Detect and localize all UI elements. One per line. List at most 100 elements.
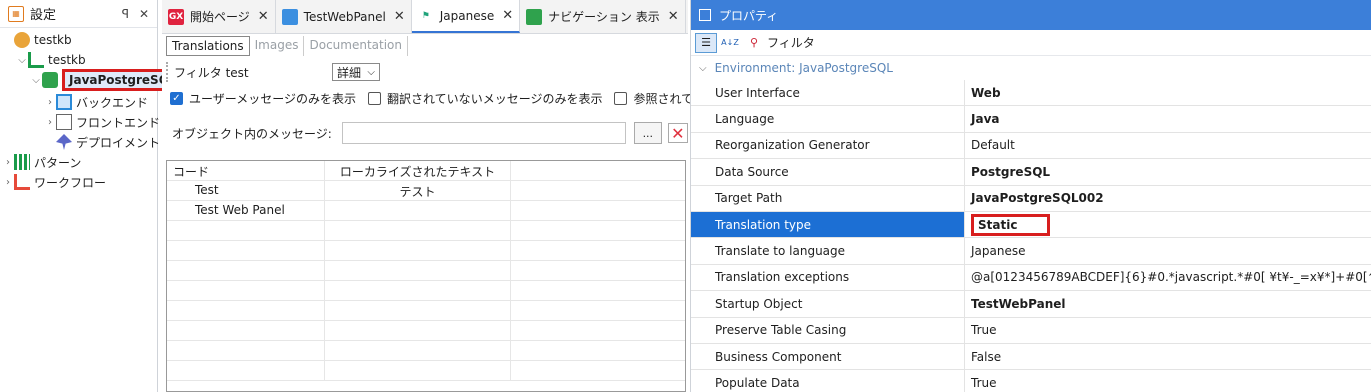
code-cell[interactable] xyxy=(167,361,325,380)
grid-header-localized[interactable]: ローカライズされたテキスト xyxy=(325,161,511,180)
table-row[interactable] xyxy=(167,261,685,281)
tree-node-5[interactable]: デプロイメント xyxy=(44,132,160,152)
expand-arrow-icon[interactable]: › xyxy=(2,177,14,188)
extra-cell[interactable] xyxy=(511,361,685,380)
code-cell[interactable]: Test Web Panel xyxy=(167,201,325,220)
property-row[interactable]: Translation exceptions @a[0123456789ABCDE… xyxy=(691,264,1371,292)
localized-text-cell[interactable] xyxy=(325,241,511,260)
filter-icon[interactable]: ⚲ xyxy=(743,33,765,53)
localized-text-cell[interactable] xyxy=(325,221,511,240)
code-cell[interactable] xyxy=(167,321,325,340)
sub-tab-0[interactable]: Translations xyxy=(166,36,250,56)
table-row[interactable] xyxy=(167,341,685,361)
code-cell[interactable] xyxy=(167,341,325,360)
property-value[interactable]: Japanese xyxy=(965,238,1371,263)
properties-section-header[interactable]: ⌵ Environment: JavaPostgreSQL xyxy=(691,56,1371,80)
tree-node-1[interactable]: ⌵ testkb xyxy=(16,50,86,70)
property-value[interactable]: True xyxy=(965,370,1371,392)
document-tab-0[interactable]: GX 開始ページ ✕ xyxy=(162,0,276,33)
property-value[interactable]: Java xyxy=(965,106,1371,131)
localized-text-cell[interactable] xyxy=(325,281,511,300)
tree-node-2[interactable]: ⌵ JavaPostgreSQL xyxy=(30,69,184,91)
property-value[interactable]: Static xyxy=(965,212,1371,237)
checkbox[interactable]: ✓ xyxy=(170,92,183,105)
property-value[interactable]: JavaPostgreSQL002 xyxy=(965,186,1371,211)
extra-cell[interactable] xyxy=(511,321,685,340)
property-value[interactable]: Web xyxy=(965,80,1371,105)
expand-arrow-icon[interactable]: ⌵ xyxy=(16,55,28,66)
property-value[interactable]: True xyxy=(965,318,1371,343)
expand-arrow-icon[interactable]: › xyxy=(44,117,56,128)
filter-label[interactable]: フィルタ xyxy=(767,34,815,51)
property-row[interactable]: User Interface Web xyxy=(691,80,1371,107)
grid-header-code[interactable]: コード xyxy=(167,161,325,180)
pin-icon[interactable]: ꟼ xyxy=(122,7,129,21)
checkbox-option-1[interactable]: 翻訳されていないメッセージのみを表示 xyxy=(368,90,602,107)
extra-cell[interactable] xyxy=(511,221,685,240)
tree-node-4[interactable]: › フロントエンド xyxy=(44,112,160,132)
close-icon[interactable]: ✕ xyxy=(139,7,149,21)
table-row[interactable]: Test テスト xyxy=(167,181,685,201)
document-tab-1[interactable]: TestWebPanel ✕ xyxy=(276,0,412,33)
property-row[interactable]: Populate Data True xyxy=(691,370,1371,392)
sub-tab-2[interactable]: Documentation xyxy=(304,36,408,56)
extra-cell[interactable] xyxy=(511,261,685,280)
property-row[interactable]: Language Java xyxy=(691,106,1371,133)
extra-cell[interactable] xyxy=(511,301,685,320)
property-row[interactable]: Reorganization Generator Default xyxy=(691,132,1371,160)
tree-node-6[interactable]: › パターン xyxy=(2,152,81,172)
localized-text-cell[interactable]: テスト xyxy=(325,181,511,200)
browse-button[interactable]: ... xyxy=(633,122,662,144)
expand-arrow-icon[interactable]: › xyxy=(44,97,56,108)
property-value[interactable]: TestWebPanel xyxy=(965,291,1371,316)
table-row[interactable] xyxy=(167,361,685,381)
checkbox[interactable] xyxy=(614,92,628,105)
property-value[interactable]: PostgreSQL xyxy=(965,159,1371,184)
code-cell[interactable] xyxy=(167,281,325,300)
checkbox-option-0[interactable]: ✓ ユーザーメッセージのみを表示 xyxy=(170,90,356,107)
table-row[interactable]: Test Web Panel xyxy=(167,201,685,221)
code-cell[interactable] xyxy=(167,241,325,260)
localized-text-cell[interactable] xyxy=(325,321,511,340)
extra-cell[interactable] xyxy=(511,181,685,200)
tree-node-3[interactable]: › バックエンド xyxy=(44,92,148,112)
extra-cell[interactable] xyxy=(511,341,685,360)
code-cell[interactable] xyxy=(167,261,325,280)
property-row[interactable]: Preserve Table Casing True xyxy=(691,317,1371,344)
table-row[interactable] xyxy=(167,321,685,341)
grid-header-extra[interactable] xyxy=(511,161,685,180)
localized-text-cell[interactable] xyxy=(325,261,511,280)
property-value[interactable]: False xyxy=(965,344,1371,369)
close-tab-icon[interactable]: ✕ xyxy=(502,8,513,23)
property-row[interactable]: Translation type Static xyxy=(691,211,1371,239)
detail-dropdown[interactable]: 詳細 ⌵ xyxy=(332,63,380,81)
localized-text-cell[interactable] xyxy=(325,201,511,220)
categorized-icon[interactable]: ☰ xyxy=(695,32,717,53)
extra-cell[interactable] xyxy=(511,281,685,300)
property-row[interactable]: Target Path JavaPostgreSQL002 xyxy=(691,185,1371,212)
close-tab-icon[interactable]: ✕ xyxy=(394,9,405,24)
extra-cell[interactable] xyxy=(511,201,685,220)
document-tab-2[interactable]: ⚑ Japanese ✕ xyxy=(411,0,521,33)
tree-node-7[interactable]: › ワークフロー xyxy=(2,172,106,192)
localized-text-cell[interactable] xyxy=(325,361,511,380)
property-value[interactable]: Default xyxy=(965,133,1371,158)
table-row[interactable] xyxy=(167,281,685,301)
sub-tab-1[interactable]: Images xyxy=(250,36,305,56)
close-tab-icon[interactable]: ✕ xyxy=(258,9,269,24)
property-row[interactable]: Translate to language Japanese xyxy=(691,238,1371,265)
localized-text-cell[interactable] xyxy=(325,301,511,320)
document-tab-3[interactable]: ナビゲーション 表示 ✕ xyxy=(520,0,686,33)
extra-cell[interactable] xyxy=(511,241,685,260)
code-cell[interactable] xyxy=(167,221,325,240)
property-row[interactable]: Business Component False xyxy=(691,343,1371,371)
object-messages-input[interactable] xyxy=(341,122,626,144)
clear-icon[interactable]: ✕ xyxy=(667,123,688,143)
sort-alphabetical-icon[interactable]: A↓Z xyxy=(719,33,741,53)
table-row[interactable] xyxy=(167,301,685,321)
property-row[interactable]: Data Source PostgreSQL xyxy=(691,159,1371,186)
localized-text-cell[interactable] xyxy=(325,341,511,360)
expand-arrow-icon[interactable]: › xyxy=(2,157,14,168)
table-row[interactable] xyxy=(167,221,685,241)
close-tab-icon[interactable]: ✕ xyxy=(668,9,679,24)
